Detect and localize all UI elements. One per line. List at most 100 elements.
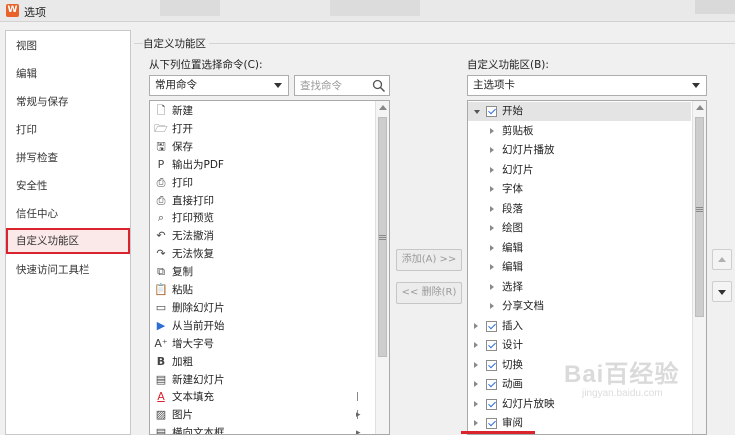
ribbon-group-item[interactable]: 字体	[468, 180, 691, 199]
search-icon[interactable]	[372, 79, 386, 93]
tab-visibility-checkbox[interactable]	[486, 320, 497, 332]
command-label: 加粗	[172, 355, 193, 368]
command-item[interactable]: 🖫 保存	[150, 138, 360, 156]
command-label: 打印预览	[172, 212, 214, 225]
command-item[interactable]: 🗋 新建	[150, 102, 360, 120]
command-list[interactable]: 🗋 新建 🗁 打开 🖫 保存 P 输出为PDF ⎙ 打印 ⎙ 直接打印 ⌕ 打印预览 ↶ 无法撤消 ↷ 无法恢复 ⧉…	[149, 100, 390, 435]
tree-item-label: 插入	[502, 319, 523, 332]
command-source-value: 常用命令	[155, 79, 197, 91]
command-item[interactable]: ⌕ 打印预览	[150, 209, 360, 227]
scrollbar-grip	[379, 237, 386, 238]
tab-visibility-checkbox[interactable]	[486, 340, 497, 351]
title-bar: W 选项	[0, 0, 735, 22]
ribbon-tab-item[interactable]: 开始	[468, 102, 691, 121]
add-button[interactable]: 添加(A) >>	[396, 249, 462, 271]
command-item[interactable]: ▤ 横向文本框	[150, 424, 360, 435]
customize-ribbon-label: 自定义功能区(B):	[467, 59, 549, 71]
ribbon-group-item[interactable]: 分享文档	[468, 297, 691, 316]
ribbon-group-item[interactable]: 绘图	[468, 219, 691, 238]
group-title: 自定义功能区	[143, 36, 209, 51]
titlebar-blurred-region	[160, 0, 220, 16]
ribbon-group-item[interactable]: 编辑	[468, 239, 691, 258]
collapsed-arrow-icon[interactable]	[490, 303, 494, 309]
sidebar-item-print[interactable]: 打印	[6, 117, 130, 143]
scroll-up-icon[interactable]	[379, 105, 387, 110]
tab-visibility-checkbox[interactable]	[486, 379, 497, 390]
command-item[interactable]: ⧉ 复制	[150, 263, 360, 281]
command-item[interactable]: B 加粗	[150, 353, 360, 371]
redo-icon: ↷	[156, 247, 166, 261]
sidebar-item-trust-center[interactable]: 信任中心	[6, 201, 130, 227]
command-label: 无法恢复	[172, 248, 214, 261]
collapsed-arrow-icon[interactable]	[490, 225, 494, 231]
sidebar-item-view[interactable]: 视图	[6, 33, 130, 59]
ribbon-group-item[interactable]: 幻灯片	[468, 161, 691, 180]
scrollbar-grip	[379, 239, 386, 240]
collapsed-arrow-icon[interactable]	[490, 127, 494, 134]
collapsed-arrow-icon[interactable]	[490, 264, 494, 270]
scrollbar-thumb[interactable]	[695, 117, 704, 317]
command-item[interactable]: ▨ 图片 |▸	[150, 406, 361, 434]
remove-button[interactable]: << 删除(R)	[396, 282, 462, 304]
collapsed-arrow-icon[interactable]	[474, 420, 478, 426]
watermark-url: jingyan.baidu.com	[582, 388, 663, 399]
play-from-current-icon: ▶	[156, 318, 166, 332]
command-item[interactable]: ↶ 无法撤消	[150, 227, 360, 245]
sidebar-item-security[interactable]: 安全性	[6, 173, 130, 199]
tab-visibility-checkbox[interactable]	[486, 398, 497, 410]
collapsed-arrow-icon[interactable]	[474, 381, 478, 387]
collapsed-arrow-icon[interactable]	[490, 147, 494, 153]
sidebar-item-general-save[interactable]: 常规与保存	[6, 89, 130, 115]
sidebar-item-customize-ribbon[interactable]: 自定义功能区	[6, 228, 130, 254]
ribbon-group-item[interactable]: 编辑	[468, 258, 691, 277]
collapsed-arrow-icon[interactable]	[490, 186, 494, 192]
ribbon-group-item[interactable]: 段落	[468, 200, 691, 219]
command-item[interactable]: 📋 粘贴	[150, 281, 360, 299]
expanded-arrow-icon[interactable]	[474, 110, 480, 114]
command-item[interactable]: ⎙ 打印	[150, 174, 360, 192]
ribbon-group-item[interactable]: 选择	[468, 278, 691, 297]
sidebar-item-spell-check[interactable]: 拼写检查	[6, 145, 130, 171]
command-item[interactable]: P 输出为PDF	[150, 156, 360, 174]
command-label: 删除幻灯片	[172, 301, 225, 314]
collapsed-arrow-icon[interactable]	[490, 205, 494, 212]
collapsed-arrow-icon[interactable]	[474, 400, 478, 407]
close-button[interactable]	[695, 0, 735, 14]
tree-item-label: 字体	[502, 183, 523, 195]
command-item[interactable]: ▤ 新建幻灯片	[150, 371, 360, 389]
ribbon-group-item[interactable]: 幻灯片播放	[468, 141, 691, 160]
collapsed-arrow-icon[interactable]	[490, 244, 494, 251]
scrollbar-grip	[696, 209, 703, 210]
move-up-button[interactable]	[712, 249, 732, 270]
sidebar-item-quick-access-toolbar[interactable]: 快速访问工具栏	[6, 257, 130, 283]
command-item[interactable]: A 文本填充 |▸	[150, 388, 360, 420]
sidebar-item-edit[interactable]: 编辑	[6, 61, 130, 87]
collapsed-arrow-icon[interactable]	[474, 322, 478, 329]
new-slide-icon: ▤	[155, 372, 167, 386]
command-item[interactable]: ↷ 无法恢复	[150, 245, 360, 263]
command-list-scrollbar[interactable]	[375, 101, 389, 434]
command-item[interactable]: A⁺ 增大字号	[150, 335, 360, 353]
ribbon-tabs-dropdown[interactable]: 主选项卡	[467, 75, 707, 96]
tab-visibility-checkbox[interactable]	[486, 418, 497, 429]
command-item[interactable]: 🗁 打开	[150, 120, 360, 138]
collapsed-arrow-icon[interactable]	[490, 166, 494, 173]
move-down-button[interactable]	[712, 281, 732, 302]
collapsed-arrow-icon[interactable]	[474, 361, 478, 368]
ribbon-tab-item[interactable]: 插入	[468, 317, 691, 336]
tree-item-label: 开始	[502, 105, 523, 117]
command-item[interactable]: ▶ 从当前开始	[150, 317, 360, 335]
command-label: 图片	[172, 409, 193, 422]
collapsed-arrow-icon[interactable]	[474, 342, 478, 348]
tab-visibility-checkbox[interactable]	[486, 106, 497, 117]
command-item[interactable]: ▭ 删除幻灯片	[150, 299, 360, 317]
command-source-dropdown[interactable]: 常用命令	[149, 75, 289, 96]
collapsed-arrow-icon[interactable]	[490, 283, 494, 290]
ribbon-group-item[interactable]: 剪贴板	[468, 122, 691, 141]
command-label: 直接打印	[172, 194, 214, 207]
group-divider	[134, 43, 735, 44]
tab-visibility-checkbox[interactable]	[486, 359, 497, 371]
scroll-up-icon[interactable]	[696, 105, 704, 110]
command-item[interactable]: ⎙ 直接打印	[150, 192, 360, 210]
command-label: 横向文本框	[172, 427, 225, 435]
